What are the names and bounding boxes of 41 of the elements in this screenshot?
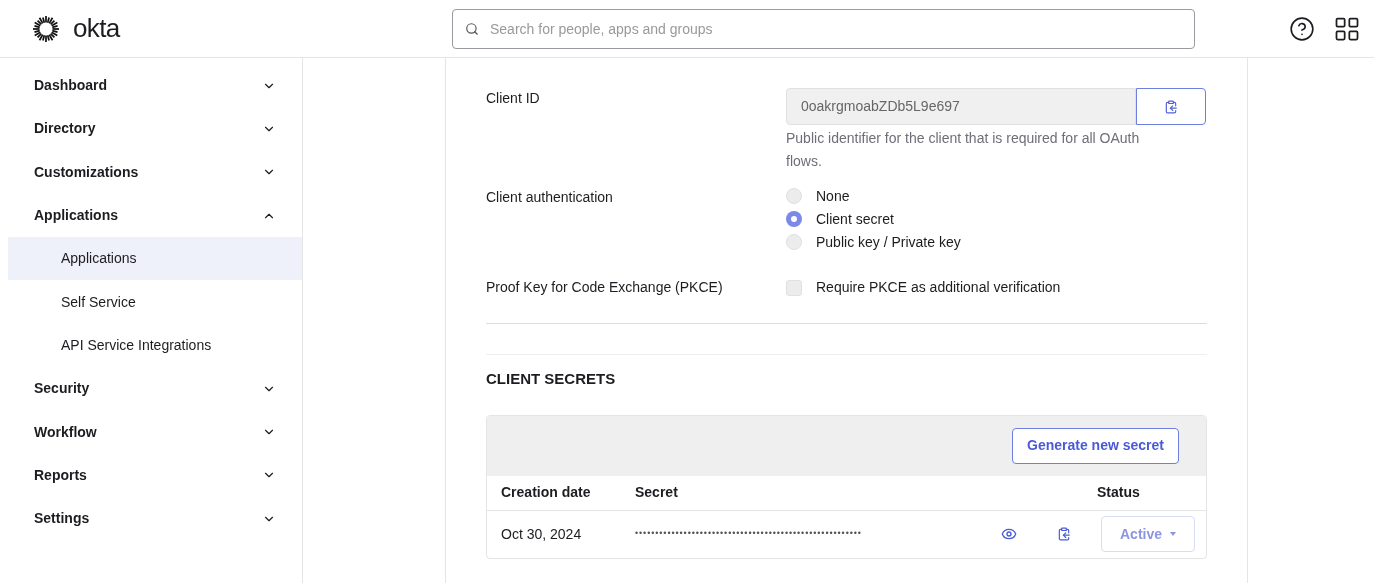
radio-button[interactable] (786, 211, 802, 227)
clipboard-icon[interactable] (1057, 527, 1071, 541)
help-icon[interactable] (1289, 15, 1315, 42)
column-header: Secret (635, 483, 679, 502)
field-label: Client ID (486, 89, 541, 108)
okta-logo-text: okta (73, 12, 120, 45)
sidebar-item[interactable]: Reports (8, 453, 302, 497)
table-cell-text: Oct 30, 2024 (500, 524, 583, 544)
sidebar-item[interactable]: Dashboard (8, 64, 302, 108)
generate-secret-button[interactable]: Generate new secret (1012, 427, 1179, 464)
radio-button[interactable] (786, 234, 802, 250)
radio-button[interactable] (786, 188, 802, 204)
sidebar-item[interactable]: Settings (8, 496, 302, 541)
sidebar-subitem[interactable]: Applications (8, 237, 302, 281)
section-title: CLIENT SECRETS (486, 369, 617, 389)
search-icon (465, 21, 479, 36)
caret-icon (1170, 532, 1176, 536)
copy-button[interactable] (1136, 88, 1206, 125)
client-id-field[interactable]: 0oakrgmoabZDb5L9e697 (786, 88, 1136, 125)
radio-label: Client secret (816, 209, 894, 229)
sidebar-item[interactable]: Security (8, 367, 302, 411)
sidebar-item[interactable]: Customizations (8, 150, 302, 194)
search-field[interactable]: Search for people, apps and groups (452, 8, 1195, 49)
field-label: Client authentication (486, 188, 614, 207)
column-header: Creation date (500, 483, 592, 502)
sunburst-logo-icon (33, 15, 59, 42)
clipboard-icon (1164, 99, 1178, 114)
field-label: Proof Key for Code Exchange (PKCE) (486, 278, 724, 297)
sidebar-item[interactable]: Applications (8, 193, 302, 238)
checkbox-label: Require PKCE as additional verification (816, 278, 1061, 297)
eye-icon[interactable] (1001, 526, 1017, 542)
checkbox[interactable] (786, 279, 802, 296)
radio-label: None (816, 186, 850, 206)
sidebar-subitem[interactable]: API Service Integrations (8, 323, 302, 368)
help-text: Public identifier for the client that is required for all OAuth flows. (786, 129, 1141, 171)
sidebar-item[interactable]: Directory (8, 107, 302, 151)
column-header: Status (1097, 483, 1140, 502)
sidebar-subitem[interactable]: Self Service (8, 280, 302, 324)
sidebar-item[interactable]: Workflow (8, 410, 302, 454)
radio-label: Public key / Private key (816, 232, 961, 252)
masked-secret: •••••••••••••••••••••••••••••••••••••••••••••••••••••••• (635, 527, 863, 541)
